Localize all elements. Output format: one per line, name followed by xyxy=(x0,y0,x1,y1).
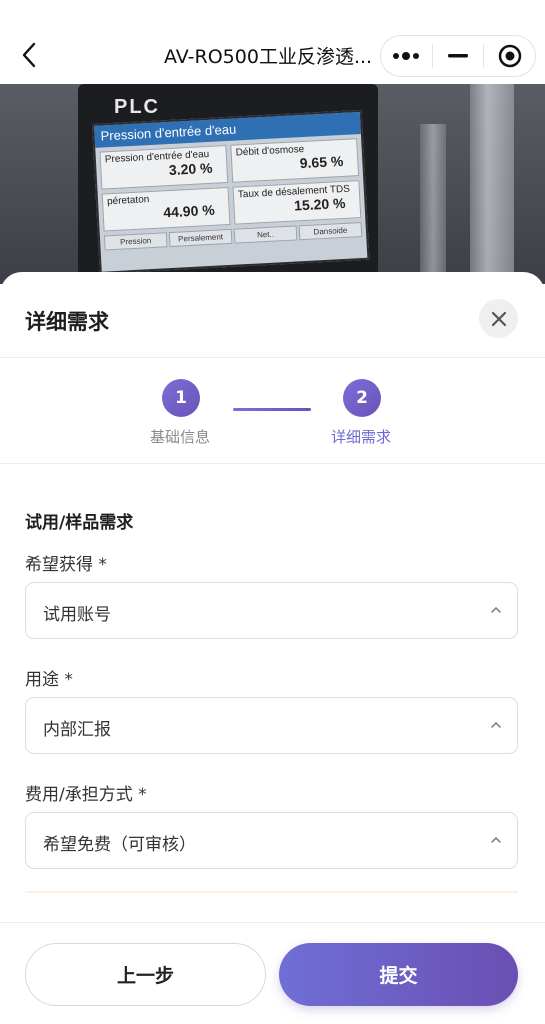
step-connector-line xyxy=(233,408,311,411)
top-nav-bar: AV-RO500工业反渗透... xyxy=(0,0,545,84)
requirements-form: 试用/样品需求 希望获得 * 试用账号 用途 * 内部汇报 费用/承担方式 * … xyxy=(0,464,545,924)
plc-footer-tab: Dansoide xyxy=(298,222,363,241)
wish-select-value: 试用账号 xyxy=(43,605,111,625)
previous-step-button[interactable]: 上一步 xyxy=(25,943,266,1006)
field-label-cost: 费用/承担方式 * xyxy=(25,785,147,805)
target-circle-icon xyxy=(498,44,521,68)
back-button[interactable] xyxy=(14,38,44,72)
cost-select-value: 希望免费（可审核） xyxy=(43,835,196,855)
exit-button[interactable] xyxy=(484,36,535,76)
purpose-select-value: 内部汇报 xyxy=(43,720,111,740)
sheet-title: 详细需求 xyxy=(25,310,109,334)
plc-screen: Pression d'entrée d'eau Pression d'entré… xyxy=(92,109,370,274)
minimize-button[interactable] xyxy=(433,36,484,76)
sheet-header: 详细需求 xyxy=(0,272,545,358)
plc-cell: Taux de désalement TDS 15.20 % xyxy=(232,180,362,225)
plc-brand-label: PLC xyxy=(114,96,160,118)
mini-program-capsule xyxy=(380,35,536,77)
hero-pipe xyxy=(420,124,446,284)
plc-cell: Débit d'osmose 9.65 % xyxy=(230,138,360,183)
plc-footer-tab: Persalement xyxy=(168,228,233,248)
field-label-purpose: 用途 * xyxy=(25,670,73,690)
section-title-trial: 试用/样品需求 xyxy=(25,513,134,533)
minus-icon xyxy=(448,54,468,58)
close-icon xyxy=(491,311,506,326)
chevron-up-icon xyxy=(489,833,503,847)
hero-pipe xyxy=(470,84,514,284)
cost-select[interactable]: 希望免费（可审核） xyxy=(25,812,518,869)
step-indicator: 1 基础信息 2 详细需求 xyxy=(0,358,545,464)
wish-select[interactable]: 试用账号 xyxy=(25,582,518,639)
step-1-label: 基础信息 xyxy=(150,428,211,446)
requirements-sheet: 详细需求 1 基础信息 2 详细需求 试用/样品需求 希望获得 * 试用账号 用… xyxy=(0,272,545,1024)
plc-cell: Pression d'entrée d'eau 3.20 % xyxy=(99,145,229,190)
submit-button[interactable]: 提交 xyxy=(279,943,518,1006)
field-label-wish: 希望获得 * xyxy=(25,555,107,575)
plc-footer-tab: Pression xyxy=(103,232,168,251)
page-title: AV-RO500工业反渗透... xyxy=(164,46,373,68)
step-1-circle: 1 xyxy=(162,379,200,417)
chevron-up-icon xyxy=(489,718,503,732)
step-2-circle: 2 xyxy=(343,379,381,417)
step-2-label: 详细需求 xyxy=(331,428,392,446)
plc-footer-tab: Net.. xyxy=(233,225,298,244)
more-button[interactable] xyxy=(381,36,432,76)
purpose-select[interactable]: 内部汇报 xyxy=(25,697,518,754)
product-hero-image: PLC Pression d'entrée d'eau Pression d'e… xyxy=(0,84,545,284)
chevron-up-icon xyxy=(489,603,503,617)
sheet-footer: 上一步 提交 xyxy=(0,922,545,1024)
more-dots-icon xyxy=(393,52,420,60)
plc-cell: péretaton 44.90 % xyxy=(101,186,231,232)
notice-strip xyxy=(25,891,518,893)
plc-cell-label: péretaton xyxy=(106,194,150,208)
close-button[interactable] xyxy=(479,299,518,338)
plc-screen-grid: Pression d'entrée d'eau 3.20 % Débit d'os… xyxy=(95,134,365,236)
chevron-left-icon xyxy=(22,42,36,68)
